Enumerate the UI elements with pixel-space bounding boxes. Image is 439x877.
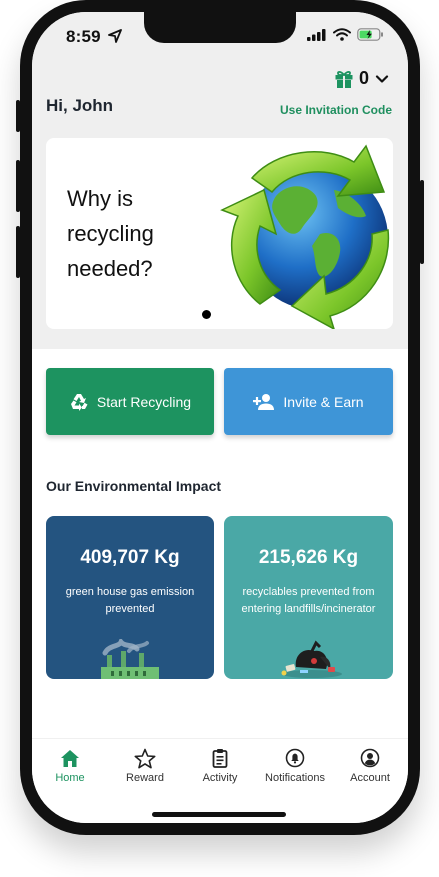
app-screen: 8:59 0 Hi, John Use Invitation Code Why …	[32, 12, 408, 823]
status-time: 8:59	[66, 27, 101, 46]
bottom-tab-bar: Home Reward Activity Notifications Accou…	[32, 738, 408, 823]
tab-account[interactable]: Account	[332, 747, 408, 784]
power-button	[420, 180, 424, 264]
impact-card-value: 215,626 Kg	[258, 547, 359, 568]
account-icon	[360, 748, 380, 768]
factory-illustration	[101, 639, 159, 679]
banner-text: Why is recycling needed?	[67, 186, 154, 281]
gift-icon	[335, 70, 353, 88]
impact-card-value: 409,707 Kg	[80, 547, 180, 568]
invitation-code-link[interactable]: Use Invitation Code	[280, 103, 392, 117]
impact-section-title: Our Environmental Impact	[46, 478, 222, 494]
tab-label: Activity	[202, 772, 238, 784]
impact-card-emissions: 409,707 Kg green house gas emission prev…	[46, 516, 214, 679]
recycle-icon	[70, 393, 88, 411]
greeting-text: Hi, John	[46, 96, 114, 115]
volume-up-button	[16, 160, 20, 212]
wifi-icon	[333, 28, 351, 41]
gift-dropdown[interactable]: 0	[334, 68, 390, 89]
gift-count: 0	[358, 68, 369, 88]
tab-label: Notifications	[265, 772, 325, 784]
notch	[144, 12, 296, 43]
tab-home[interactable]: Home	[32, 747, 108, 784]
tab-label: Account	[350, 772, 390, 784]
tab-label: Reward	[126, 772, 164, 784]
tab-activity[interactable]: Activity	[182, 747, 258, 784]
start-recycling-label: Start Recycling	[96, 393, 192, 410]
invite-earn-button[interactable]: Invite & Earn	[224, 368, 393, 435]
star-icon	[134, 748, 156, 768]
volume-down-button	[16, 226, 20, 278]
impact-card-description: green house gas emission prevented	[65, 586, 195, 615]
tab-label: Home	[55, 772, 85, 784]
header-section: 0 Hi, John Use Invitation Code Why is re…	[32, 56, 408, 349]
invite-earn-label: Invite & Earn	[283, 393, 364, 410]
bell-icon	[285, 748, 305, 768]
recycling-globe-image	[220, 144, 390, 329]
status-icons	[307, 28, 384, 41]
tab-notifications[interactable]: Notifications	[257, 747, 333, 784]
battery-charging-icon	[357, 28, 383, 41]
start-recycling-button[interactable]: Start Recycling	[46, 368, 214, 435]
location-arrow-icon	[108, 29, 122, 43]
garbage-illustration	[281, 640, 342, 678]
impact-card-landfill: 215,626 Kg recyclables prevented from en…	[224, 516, 393, 679]
clipboard-icon	[212, 749, 228, 768]
chevron-down-icon	[375, 74, 389, 83]
add-person-icon	[253, 393, 275, 410]
cellular-signal-icon	[307, 28, 326, 41]
home-indicator[interactable]	[152, 812, 286, 817]
mute-switch	[16, 100, 20, 132]
carousel-dot-active[interactable]	[202, 310, 211, 319]
tab-reward[interactable]: Reward	[107, 747, 183, 784]
home-icon	[61, 749, 79, 767]
impact-card-description: recyclables prevented from entering land…	[241, 586, 376, 615]
info-banner-carousel[interactable]: Why is recycling needed?	[46, 138, 393, 329]
